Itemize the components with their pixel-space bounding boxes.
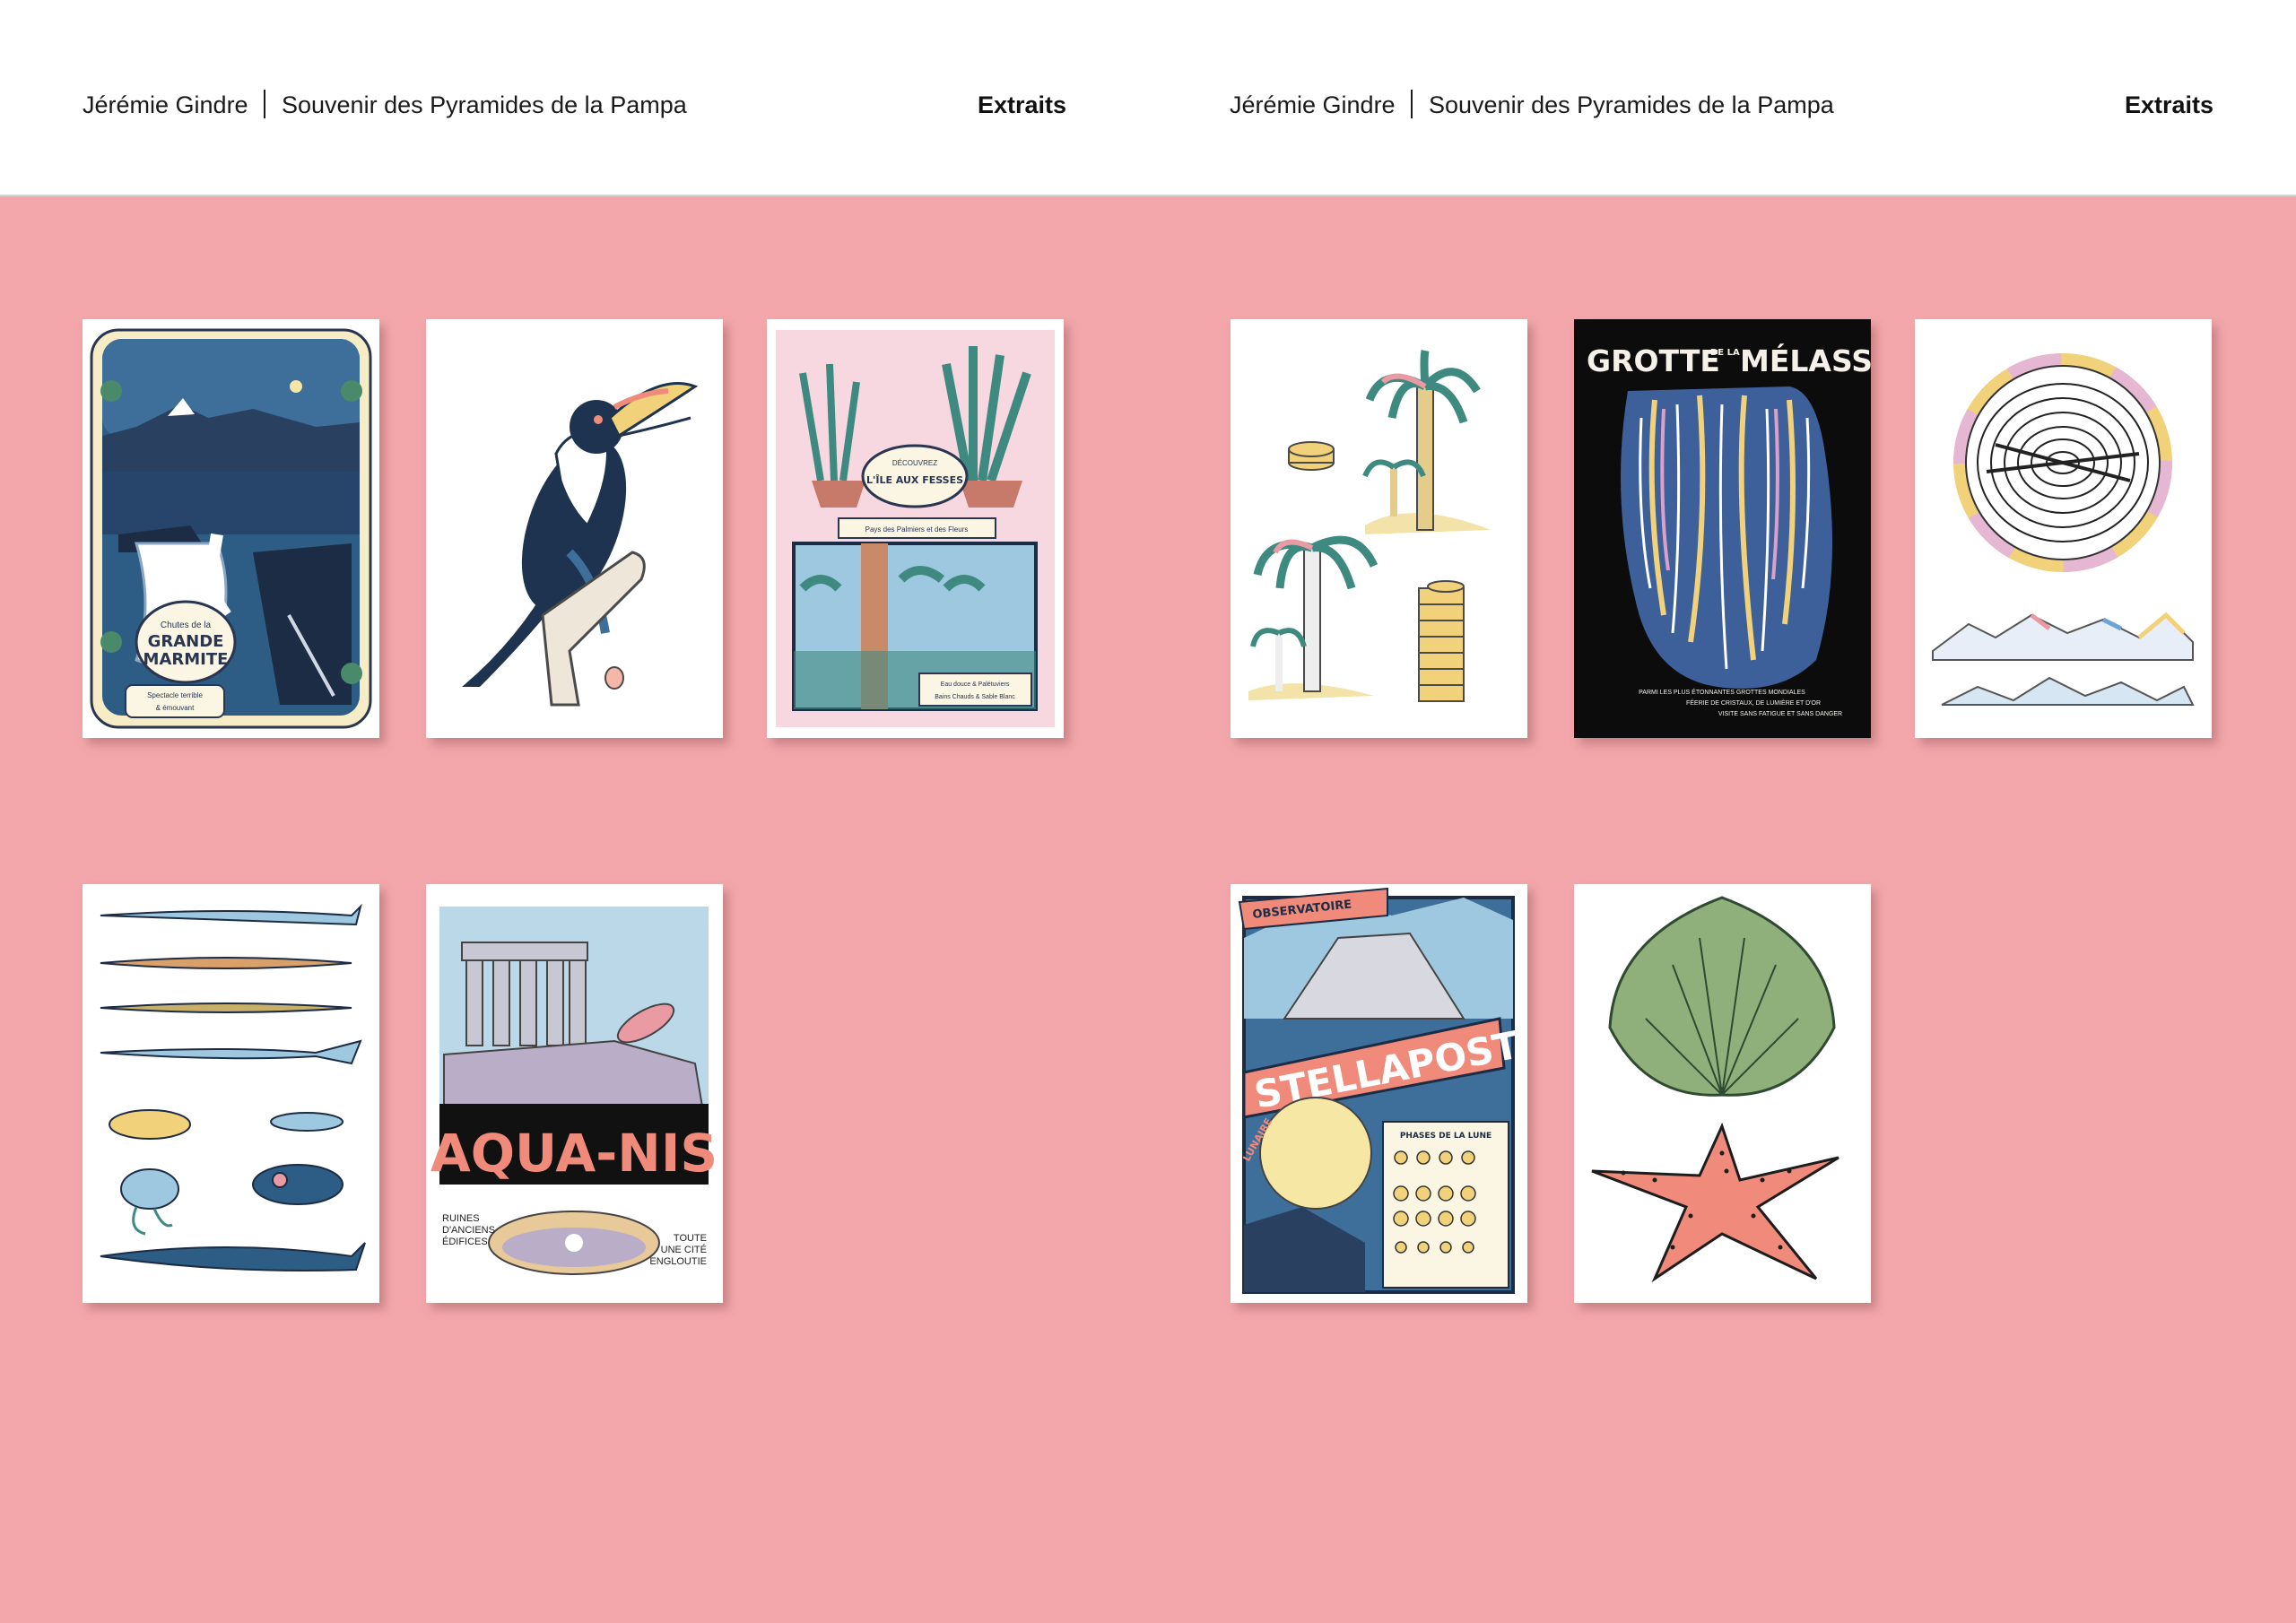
poster-caption1: Eau douce & Palétuviers <box>941 681 1010 688</box>
poster-line2: L'ÎLE AUX FESSES <box>866 474 963 486</box>
poster-caption1: Spectacle terrible <box>147 691 203 699</box>
poster-line3: MARMITE <box>144 650 229 669</box>
poster-caption2: Bains Chauds & Sable Blanc <box>935 694 1015 700</box>
illustration-coral-starfish <box>1574 884 1871 1303</box>
illustration-spiral-mountains <box>1915 319 2212 738</box>
illustration-stellaposti: OBSERVATOIRE STELLAPOSTI LUNAIRE PHASES … <box>1231 884 1527 1303</box>
poster-left3: ÉDIFICES <box>442 1236 488 1247</box>
poster-caption2: FÉERIE DE CRISTAUX, DE LUMIÈRE ET D'OR <box>1686 699 1821 707</box>
book-title: Souvenir des Pyramides de la Pampa <box>282 91 687 118</box>
poster-title2: MÉLASSE <box>1740 343 1871 378</box>
poster-phases: PHASES DE LA LUNE <box>1400 1132 1492 1141</box>
illustration-fish-plate <box>83 884 379 1303</box>
author-name: Jérémie Gindre <box>1230 91 1396 118</box>
header-separator <box>264 90 265 118</box>
header-left: Jérémie Gindre Souvenir des Pyramides de… <box>83 88 1066 124</box>
poster-caption3: VISITE SANS FATIGUE ET SANS DANGER <box>1718 711 1842 717</box>
poster-banner: Pays des Palmiers et des Fleurs <box>865 525 969 534</box>
poster-left1: RUINES <box>442 1213 480 1224</box>
poster-title-small: DE LA <box>1710 348 1740 358</box>
header-right: Jérémie Gindre Souvenir des Pyramides de… <box>1230 88 2213 124</box>
poster-line1: Chutes de la <box>161 621 212 630</box>
illustration-aqua-nis: AQUA-NIS RUINES D'ANCIENS ÉDIFICES TOUTE… <box>426 884 723 1303</box>
book-title: Souvenir des Pyramides de la Pampa <box>1429 91 1834 118</box>
poster-right3: ENGLOUTIE <box>649 1256 707 1267</box>
poster-title: AQUA-NIS <box>430 1123 718 1184</box>
poster-caption2: & émouvant <box>156 704 195 712</box>
section-label: Extraits <box>977 91 1066 118</box>
illustration-toucan <box>426 319 723 738</box>
author-name: Jérémie Gindre <box>83 91 248 118</box>
poster-title1: GROTTE <box>1587 343 1720 378</box>
poster-right1: TOUTE <box>674 1233 707 1244</box>
poster-line2: GRANDE <box>148 632 224 651</box>
illustration-palms-and-coins <box>1231 319 1527 738</box>
illustration-ile-aux-fesses: DÉCOUVREZ L'ÎLE AUX FESSES Pays des Palm… <box>767 319 1064 738</box>
poster-caption1: PARMI LES PLUS ÉTONNANTES GROTTES MONDIA… <box>1639 688 1805 696</box>
illustration-grotte-melasse: GROTTE DE LA MÉLASSE PARMI LES PLUS ÉTON… <box>1574 319 1871 738</box>
poster-right2: UNE CITÉ <box>661 1244 707 1255</box>
poster-left2: D'ANCIENS <box>442 1225 495 1236</box>
illustration-grande-marmite: Chutes de la GRANDE MARMITE Spectacle te… <box>83 319 379 738</box>
section-label: Extraits <box>2124 91 2213 118</box>
poster-line1: DÉCOUVREZ <box>892 459 937 467</box>
page-header: Jérémie Gindre Souvenir des Pyramides de… <box>0 0 2296 196</box>
header-separator <box>1411 90 1413 118</box>
